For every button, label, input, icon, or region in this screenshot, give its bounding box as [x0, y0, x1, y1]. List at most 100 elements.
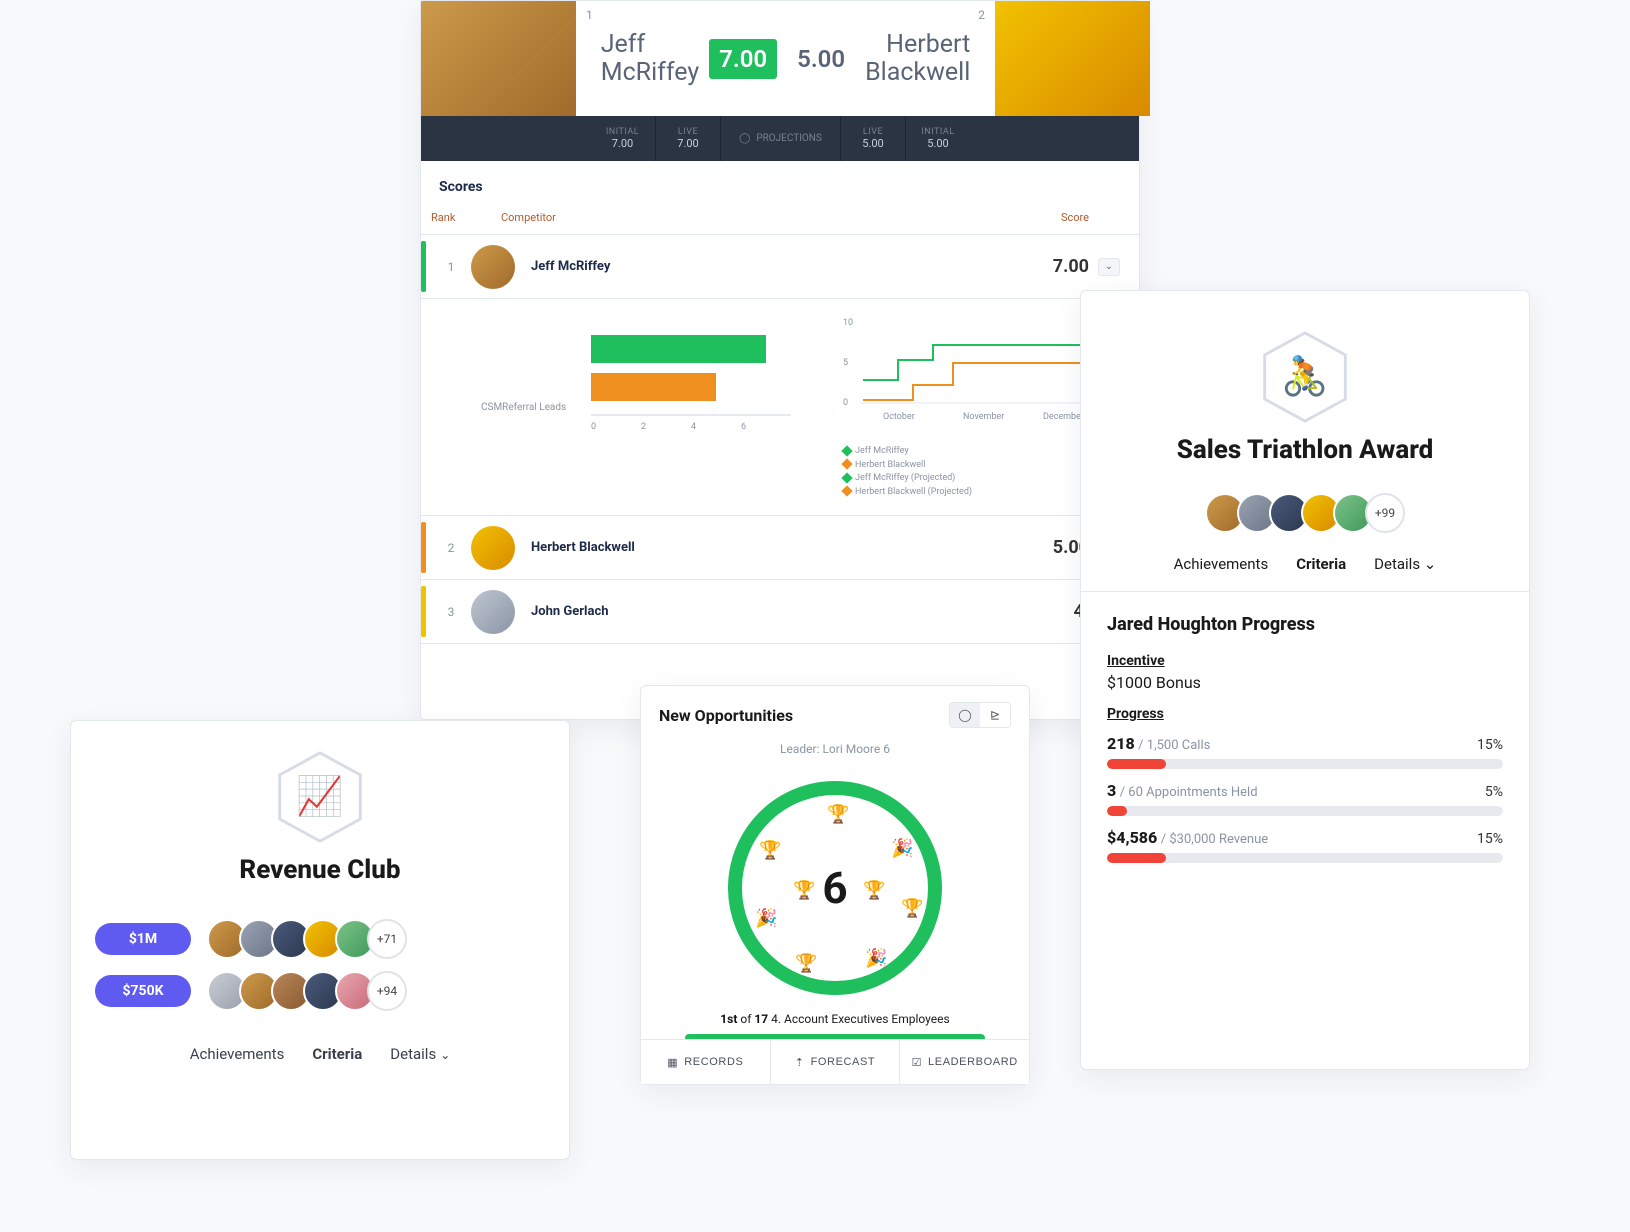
new-opportunities-card: New Opportunities ◯ ⊵ Leader: Lori Moore…: [640, 685, 1030, 1085]
score-row-2[interactable]: 2 Herbert Blackwell 5.00 ⌄: [421, 516, 1139, 580]
progress-item-calls: 218 / 1,500 Calls 15%: [1081, 722, 1529, 769]
trophy-icon: 🎉: [865, 948, 887, 969]
competitor-photo-left: [421, 1, 576, 116]
competitor-left: 1 Jeff McRiffey: [576, 1, 709, 116]
matchup-header: 1 Jeff McRiffey 7.00 5.00 Herbert Blackw…: [421, 1, 1139, 116]
progress-item-revenue: $4,586 / $30,000 Revenue 15%: [1081, 816, 1529, 863]
strip-projections[interactable]: ◯ PROJECTIONS: [720, 116, 840, 161]
leader-line: Leader: Lori Moore 6: [641, 742, 1029, 756]
incentive-label: Incentive: [1081, 653, 1529, 669]
trophy-icon: 🏆: [759, 840, 781, 861]
trophy-icon: 🏆: [901, 898, 923, 919]
avatar: [471, 526, 515, 570]
scores-title: Scores: [421, 161, 1139, 205]
opps-title: New Opportunities: [659, 706, 793, 725]
svg-text:10: 10: [843, 318, 853, 328]
leaderboard-button[interactable]: ☑LEADERBOARD: [899, 1040, 1029, 1084]
tier-pill[interactable]: $750K: [95, 975, 191, 1007]
progress-label: Progress: [1081, 706, 1529, 722]
avatar-overflow[interactable]: +94: [367, 971, 407, 1011]
progress-bar: [1107, 759, 1503, 769]
award-tabs: Achievements Criteria Details⌄: [71, 1045, 569, 1063]
award-title: Revenue Club: [71, 855, 569, 885]
bar-chart: 0 2 4 6: [591, 315, 823, 499]
competitor-right-name: Herbert Blackwell: [865, 31, 970, 86]
row-rank: 1: [431, 260, 471, 274]
avatar: [471, 245, 515, 289]
avatar-stack[interactable]: +71: [207, 919, 407, 959]
svg-text:0: 0: [843, 398, 848, 408]
col-score: Score: [1009, 211, 1089, 224]
score-row-1[interactable]: 1 Jeff McRiffey 7.00 ⌄: [421, 235, 1139, 299]
grid-icon: ▦: [667, 1056, 678, 1069]
col-competitor: Competitor: [501, 211, 1009, 224]
row-name: John Gerlach: [531, 604, 1009, 619]
records-button[interactable]: ▦RECORDS: [641, 1040, 770, 1084]
award-badge: 📈: [272, 749, 368, 845]
trophy-icon: 🏆: [795, 953, 817, 974]
avatar: [471, 590, 515, 634]
avatar-overflow[interactable]: +71: [367, 919, 407, 959]
scores-header: Rank Competitor Score: [421, 205, 1139, 235]
radial-chart: 6 🏆 🎉 🏆 🎉 🏆 🎉 🏆 🏆 🏆: [715, 768, 955, 1008]
tier-row-750k: $750K +94: [71, 965, 569, 1017]
avatar-stack[interactable]: +99: [1205, 493, 1405, 533]
row-name: Jeff McRiffey: [531, 259, 1009, 274]
tab-details[interactable]: Details⌄: [390, 1045, 450, 1063]
progress-title: Jared Houghton Progress: [1081, 592, 1529, 643]
expand-icon[interactable]: ⌄: [1098, 258, 1120, 276]
score-row-3[interactable]: 3 John Gerlach 4. ⌄: [421, 580, 1139, 644]
score-right: 5.00: [787, 39, 855, 79]
incentive-value: $1000 Bonus: [1081, 669, 1529, 696]
trophy-icon: 🏆: [793, 880, 815, 901]
trophy-icon: 🏆: [827, 804, 849, 825]
forecast-button[interactable]: ⇡FORECAST: [770, 1040, 900, 1084]
tab-criteria[interactable]: Criteria: [1296, 555, 1346, 573]
svg-text:November: November: [963, 412, 1004, 422]
matchup-card: 1 Jeff McRiffey 7.00 5.00 Herbert Blackw…: [420, 0, 1140, 720]
competitor-photo-right: [995, 1, 1150, 116]
svg-text:6: 6: [741, 422, 746, 432]
svg-text:2: 2: [641, 422, 646, 432]
trophy-icon: 🎉: [755, 908, 777, 929]
svg-text:December: December: [1043, 412, 1084, 422]
rank-line: 1st of 17 4. Account Executives Employee…: [641, 1012, 1029, 1026]
row-detail: CSMReferral Leads 0 2 4 6 10 5 0: [421, 299, 1139, 516]
score-left: 7.00: [709, 39, 777, 79]
leaderboard-icon: ☑: [912, 1056, 922, 1069]
row-rank: 3: [431, 605, 471, 619]
svg-text:4: 4: [691, 422, 696, 432]
row-score: 7.00: [1009, 256, 1089, 277]
view-radial-button[interactable]: ◯: [950, 703, 980, 727]
row-stripe: [421, 241, 426, 292]
view-line-button[interactable]: ⊵: [980, 703, 1010, 727]
tab-achievements[interactable]: Achievements: [1174, 555, 1269, 573]
cyclist-icon: 🚴: [1281, 355, 1328, 399]
matchup-strip: INITIAL 7.00 LIVE 7.00 ◯ PROJECTIONS LIV…: [421, 116, 1139, 161]
row-stripe: [421, 522, 426, 573]
chart-legend: Jeff McRiffey Herbert Blackwell Jeff McR…: [843, 445, 1115, 499]
avatar-stack[interactable]: +94: [207, 971, 407, 1011]
competitor-right-rank: 2: [978, 9, 985, 22]
revenue-club-card: 📈 Revenue Club $1M +71 $750K +94 Achieve…: [70, 720, 570, 1160]
competitor-left-rank: 1: [586, 9, 593, 22]
strip-left-initial: INITIAL 7.00: [590, 116, 655, 161]
projections-icon: ◯: [739, 133, 750, 144]
strip-right-initial: INITIAL 5.00: [905, 116, 970, 161]
trophy-icon: 🎉: [891, 838, 913, 859]
triathlon-award-card: 🚴 Sales Triathlon Award +99 Achievements…: [1080, 290, 1530, 1070]
tier-pill[interactable]: $1M: [95, 923, 191, 955]
award-tabs: Achievements Criteria Details ⌄: [1081, 555, 1529, 573]
avatar-overflow[interactable]: +99: [1365, 493, 1405, 533]
progress-item-appointments: 3 / 60 Appointments Held 5%: [1081, 769, 1529, 816]
strip-left-live: LIVE 7.00: [655, 116, 720, 161]
tier-row-1m: $1M +71: [71, 913, 569, 965]
tab-achievements[interactable]: Achievements: [190, 1045, 285, 1063]
growth-chart-icon: 📈: [296, 775, 343, 819]
chevron-down-icon: ⌄: [1420, 555, 1436, 573]
row-name: Herbert Blackwell: [531, 540, 1009, 555]
trophy-icon: 🏆: [863, 880, 885, 901]
tab-details[interactable]: Details ⌄: [1374, 555, 1436, 573]
matchup-scores: 7.00 5.00: [709, 1, 855, 116]
tab-criteria[interactable]: Criteria: [312, 1045, 362, 1063]
